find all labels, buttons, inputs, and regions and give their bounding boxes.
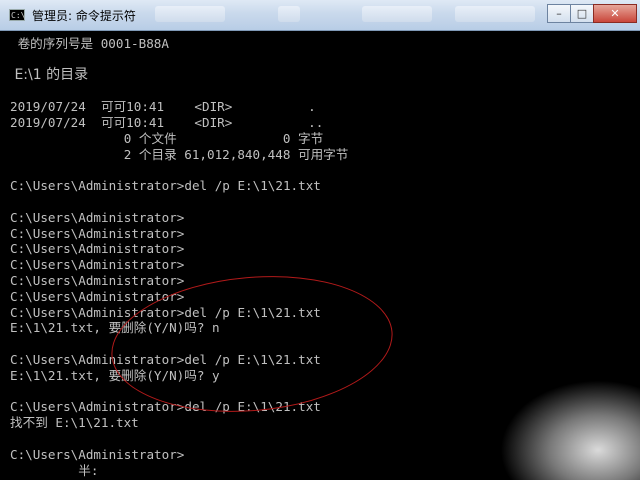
- close-button[interactable]: ✕: [593, 4, 637, 23]
- console-line: 2019/07/24 可可10:41 <DIR> ..: [10, 114, 324, 130]
- blurred-tab-1: [155, 6, 225, 22]
- close-icon: ✕: [610, 7, 620, 20]
- watermark-overlay: [500, 380, 640, 480]
- console-line: E:\1 的目录: [10, 66, 89, 83]
- console-line: 2 个目录 61,012,840,448 可用字节: [10, 146, 349, 162]
- command-prompt-window: C:\ 管理员: 命令提示符 – □ ✕ 卷的序列号是 0001-B88A E:…: [0, 0, 640, 480]
- minimize-icon: –: [556, 7, 562, 20]
- minimize-button[interactable]: –: [547, 4, 571, 23]
- console-line: 2019/07/24 可可10:41 <DIR> .: [10, 99, 316, 115]
- console-line: 卷的序列号是 0001-B88A: [10, 36, 169, 51]
- blurred-tab-3: [362, 6, 432, 22]
- console-line: C:\Users\Administrator>del /p E:\1\21.tx…: [10, 178, 321, 194]
- console-line: 0 个文件 0 字节: [10, 130, 324, 146]
- maximize-icon: □: [576, 7, 588, 20]
- console-line: C:\Users\Administrator>: [10, 209, 185, 225]
- title-bar[interactable]: C:\ 管理员: 命令提示符 – □ ✕: [0, 0, 640, 31]
- window-controls: – □ ✕: [547, 4, 637, 24]
- console-line: C:\Users\Administrator>: [10, 241, 185, 257]
- console-line: C:\Users\Administrator>: [10, 225, 185, 241]
- blurred-tab-2: [278, 6, 300, 22]
- maximize-button[interactable]: □: [570, 4, 594, 23]
- blurred-tab-4: [455, 6, 535, 22]
- console-line: C:\Users\Administrator>: [10, 257, 185, 273]
- cmd-app-icon[interactable]: C:\: [9, 9, 25, 21]
- window-title: 管理员: 命令提示符: [32, 9, 136, 23]
